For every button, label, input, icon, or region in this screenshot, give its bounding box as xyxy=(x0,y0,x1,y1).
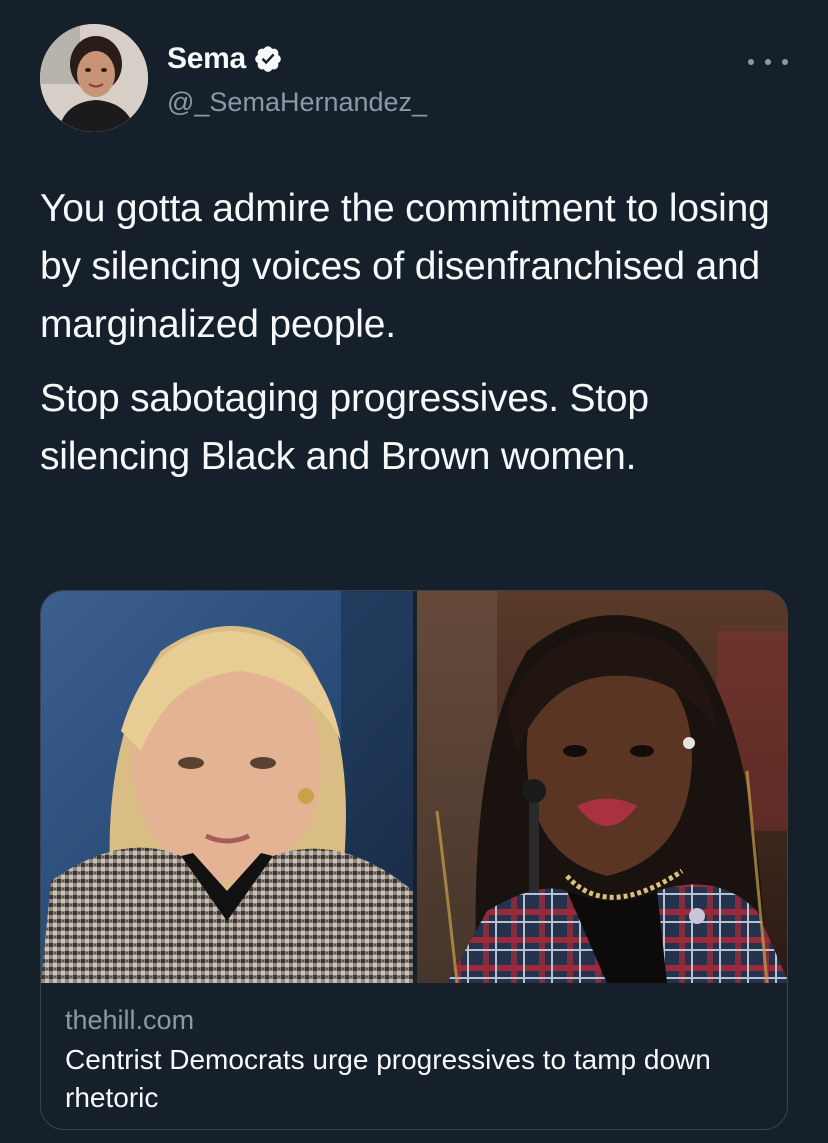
display-name[interactable]: Sema xyxy=(167,42,246,76)
link-card[interactable]: thehill.com Centrist Democrats urge prog… xyxy=(40,590,788,1130)
card-photo-right xyxy=(417,591,787,983)
name-row: Sema xyxy=(167,42,283,76)
tweet-text: You gotta admire the commitment to losin… xyxy=(40,180,800,486)
more-options-icon[interactable] xyxy=(748,50,788,74)
avatar-image xyxy=(40,24,148,132)
card-photo-left xyxy=(41,591,413,983)
card-media xyxy=(41,591,787,983)
card-domain: thehill.com xyxy=(65,1005,195,1035)
card-meta: thehill.com Centrist Democrats urge prog… xyxy=(65,1001,763,1117)
verified-badge-icon xyxy=(253,44,283,74)
tweet: Sema @_SemaHernandez_ You gotta admire t… xyxy=(0,0,828,1143)
avatar[interactable] xyxy=(40,24,148,132)
tweet-paragraph: You gotta admire the commitment to losin… xyxy=(40,187,770,346)
card-headline: Centrist Democrats urge progressives to … xyxy=(65,1044,711,1113)
more-dot xyxy=(748,59,754,65)
tweet-header: Sema @_SemaHernandez_ xyxy=(40,24,788,136)
more-dot xyxy=(782,59,788,65)
user-handle[interactable]: @_SemaHernandez_ xyxy=(167,87,427,118)
more-dot xyxy=(765,59,771,65)
tweet-paragraph: Stop sabotaging progressives. Stop silen… xyxy=(40,377,649,478)
